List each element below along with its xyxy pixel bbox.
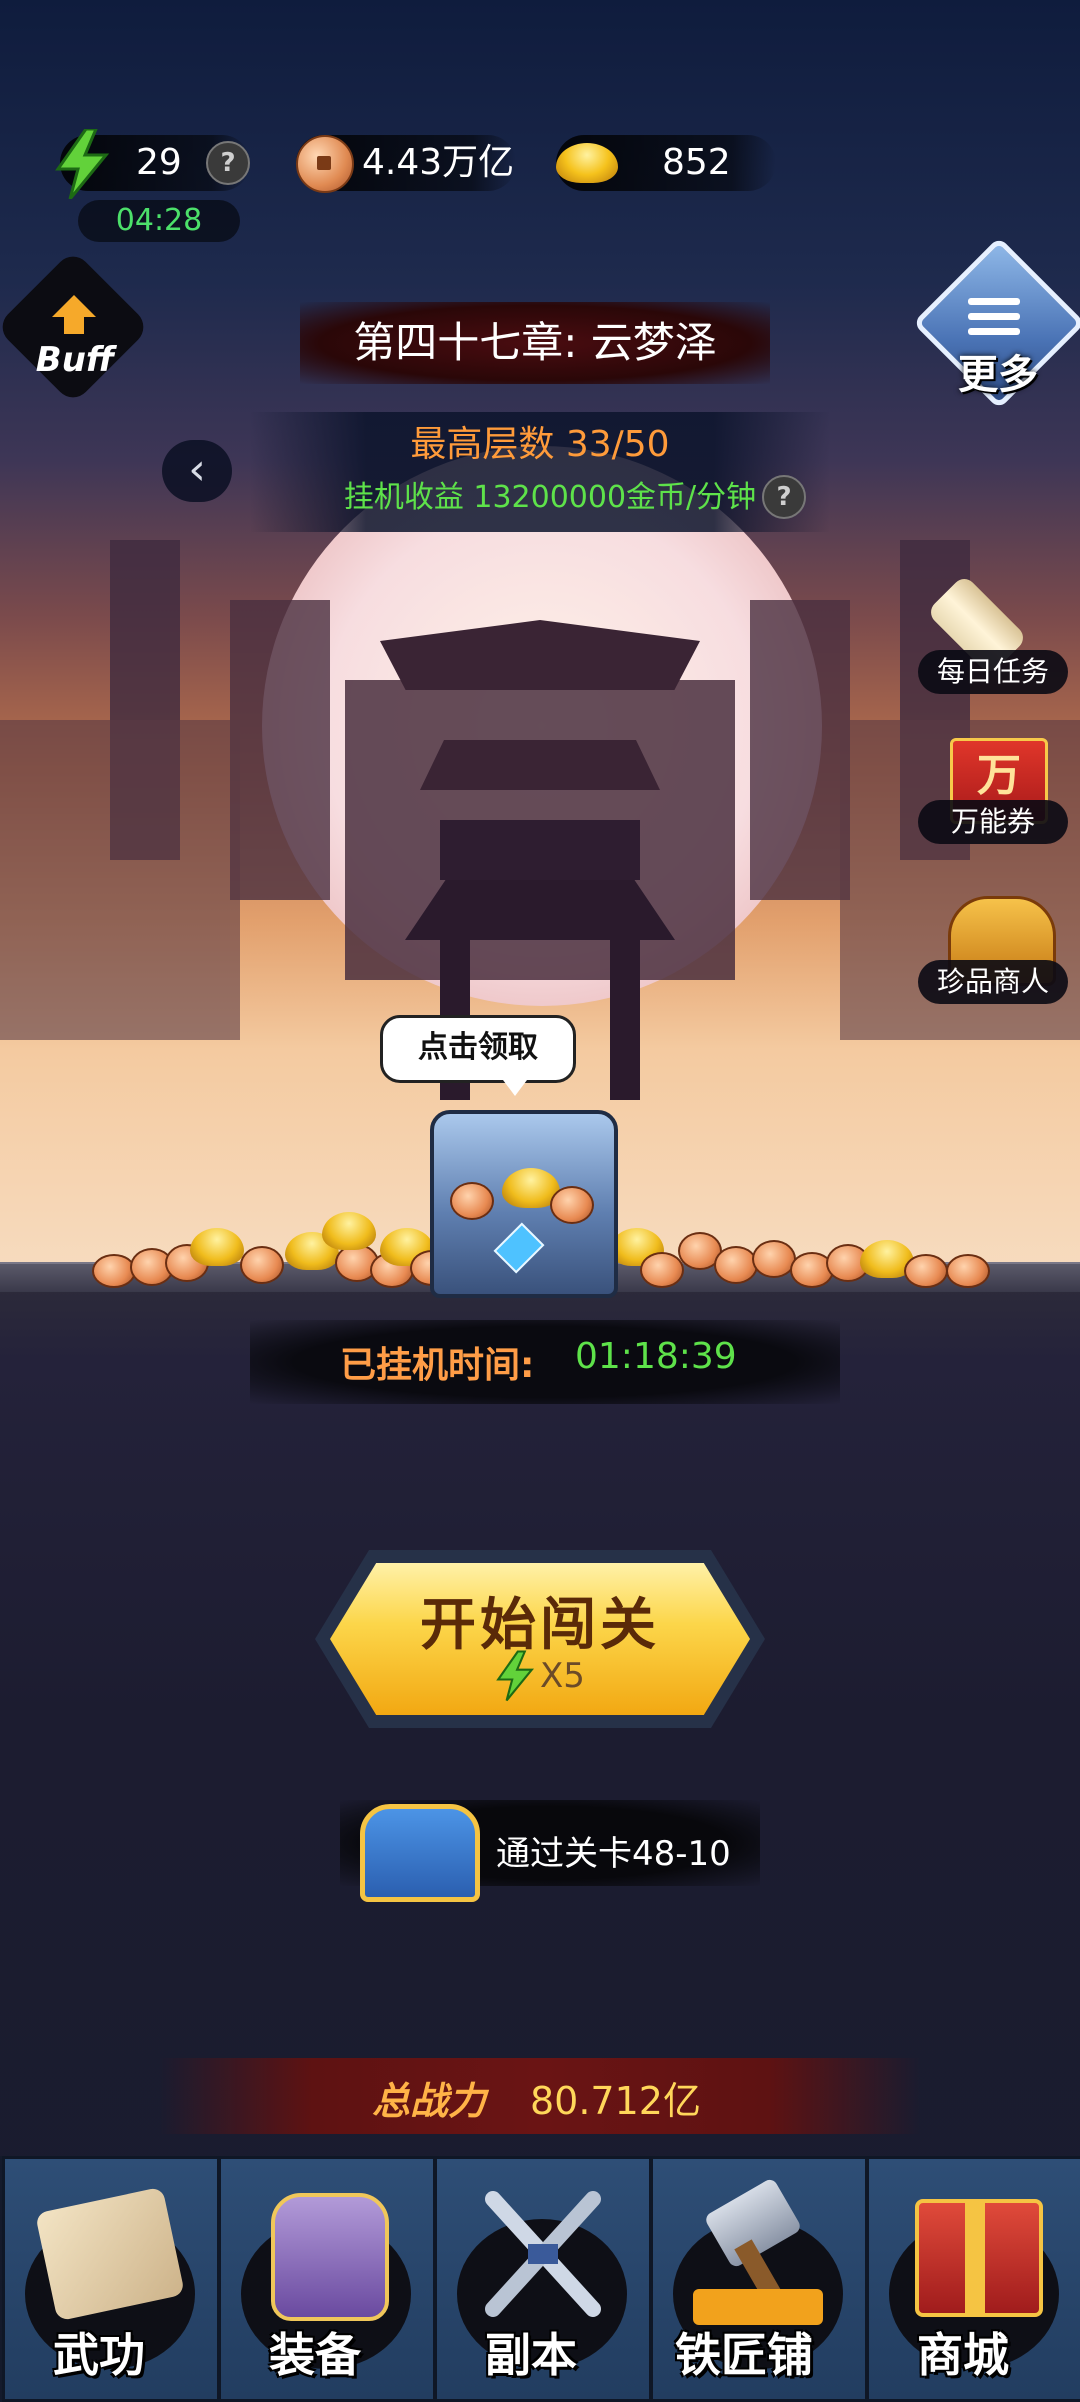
nav-label: 武功	[53, 2328, 145, 2382]
nav-label: 商城	[917, 2328, 1009, 2382]
coin-pile	[0, 0, 1080, 1300]
combat-power-label: 总战力	[372, 2079, 487, 2123]
nav-blacksmith[interactable]: 铁匠铺	[650, 2156, 868, 2402]
start-cost: X5	[540, 1656, 585, 1696]
idle-time-bar	[250, 1320, 840, 1404]
gift-ribbon	[965, 2199, 985, 2317]
nav-martial-arts[interactable]: 武功	[2, 2156, 220, 2402]
nav-dungeon[interactable]: 副本	[434, 2156, 652, 2402]
combat-power-value: 80.712亿	[530, 2079, 701, 2123]
nav-label: 铁匠铺	[675, 2328, 813, 2382]
nav-shop[interactable]: 商城	[866, 2156, 1080, 2402]
idle-time-label: 已挂机时间:	[340, 1345, 535, 1386]
crossed-swords-icon	[485, 2191, 601, 2317]
lightning-icon	[496, 1650, 535, 1702]
reward-chest-icon	[360, 1804, 480, 1902]
start-button-label: 开始闯关	[420, 1593, 660, 1658]
nav-label: 副本	[485, 2328, 577, 2382]
armor-icon	[271, 2193, 389, 2321]
chest-coins	[440, 1168, 610, 1228]
nav-label: 装备	[269, 2328, 361, 2382]
idle-time-value: 01:18:39	[575, 1336, 737, 1377]
nav-equipment[interactable]: 装备	[218, 2156, 436, 2402]
next-reward-text: 通过关卡48-10	[496, 1834, 731, 1874]
